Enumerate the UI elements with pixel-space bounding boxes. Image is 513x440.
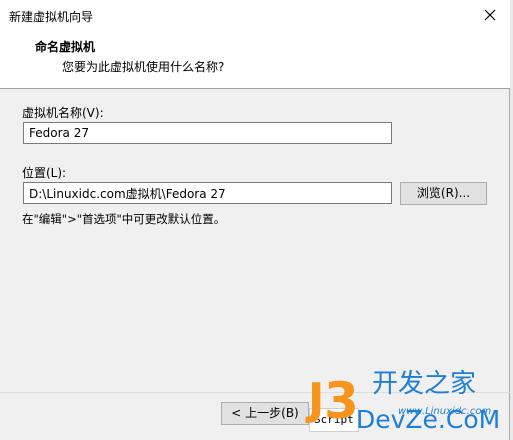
location-hint: 在"编辑">"首选项"中可更改默认位置。	[22, 212, 226, 226]
new-vm-wizard-dialog: 新建虚拟机向导 命名虚拟机 您要为此虚拟机使用什么名称? 虚拟机名称(V): 位…	[0, 0, 510, 440]
title-bar: 新建虚拟机向导	[0, 0, 510, 30]
page-title: 命名虚拟机	[35, 40, 96, 54]
footer-divider	[0, 392, 510, 393]
vm-name-label: 虚拟机名称(V):	[22, 106, 104, 120]
location-label: 位置(L):	[22, 166, 67, 180]
page-subtitle: 您要为此虚拟机使用什么名称?	[62, 60, 225, 74]
browse-button[interactable]: 浏览(R)...	[400, 182, 487, 205]
window-title: 新建虚拟机向导	[9, 10, 94, 24]
wizard-header: 命名虚拟机 您要为此虚拟机使用什么名称?	[0, 30, 510, 89]
back-button[interactable]: < 上一步(B)	[221, 402, 309, 425]
script-overlay-label: Script	[309, 408, 359, 432]
location-input[interactable]	[23, 182, 392, 204]
vm-name-input[interactable]	[23, 122, 392, 144]
close-icon	[484, 9, 496, 21]
close-button[interactable]	[480, 5, 500, 25]
